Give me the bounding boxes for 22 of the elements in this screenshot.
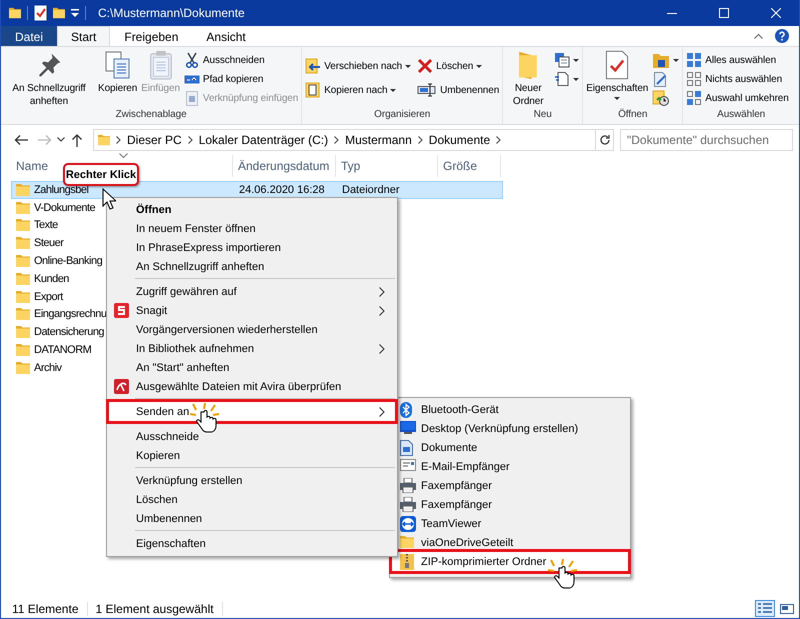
group-label: Auswählen [716,109,766,122]
file-name: Archiv [34,362,62,374]
group-label: Organisieren [373,109,432,122]
window-title: C:\Mustermann\Dokumente [98,6,245,20]
file-name: Zahlungsbel [34,184,88,196]
file-name: Texte [34,219,58,232]
file-date: 24.06.2020 16:28 [239,184,325,196]
group-label: Neu [532,109,553,122]
file-name: DATANORM [34,344,92,356]
selection-count: 1 Element ausgewählt [96,602,223,616]
file-name: Export [34,290,63,303]
group-label: Zwischenablage [114,109,188,122]
item-count: 11 Elemente [12,602,88,616]
file-name: Eingangsrechnu [34,308,107,320]
file-name: Datensicherung [34,326,104,338]
file-type: Dateiordner [342,184,400,196]
file-name: V-Dokumente [34,202,96,214]
file-name: Online-Banking [34,255,102,268]
group-label: Öffnen [617,109,648,122]
file-name: Kunden [34,272,69,285]
callout: Rechter Klick [63,163,139,186]
file-name: Steuer [34,237,64,250]
